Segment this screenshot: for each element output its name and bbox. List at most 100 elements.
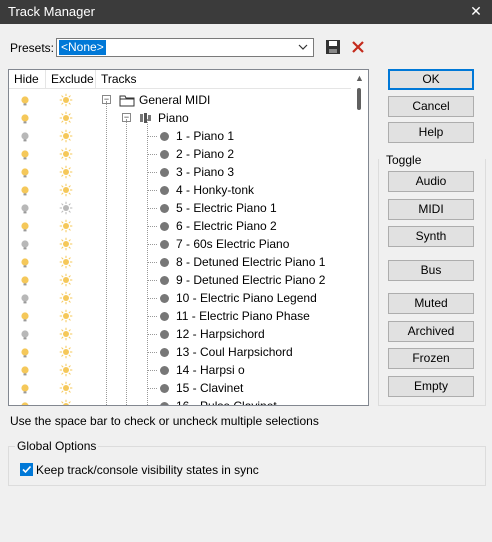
exclude-sun-icon[interactable] [59, 399, 73, 405]
hide-bulb-icon[interactable] [20, 203, 30, 214]
track-label: 9 - Detuned Electric Piano 2 [176, 273, 326, 287]
table-row[interactable]: 5 - Electric Piano 1 [9, 199, 352, 217]
chevron-down-icon[interactable] [296, 40, 310, 55]
hide-bulb-icon[interactable] [20, 293, 30, 304]
toggle-muted-button[interactable]: Muted [388, 293, 474, 314]
table-row[interactable]: 16 - Pulse Clavinet [9, 397, 352, 406]
sync-checkbox-label[interactable]: Keep track/console visibility states in … [36, 463, 259, 477]
hide-bulb-icon[interactable] [20, 329, 30, 340]
hide-bulb-icon[interactable] [20, 221, 30, 232]
tree-branch-line [147, 388, 157, 389]
table-row[interactable]: 13 - Coul Harpsichord [9, 343, 352, 361]
hide-bulb-icon[interactable] [20, 311, 30, 322]
table-row[interactable]: 1 - Piano 1 [9, 127, 352, 145]
exclude-sun-icon[interactable] [59, 93, 73, 107]
track-status-icon [160, 150, 169, 159]
toggle-bus-button[interactable]: Bus [388, 260, 474, 281]
exclude-sun-icon[interactable] [59, 273, 73, 287]
column-tracks[interactable]: Tracks [96, 70, 352, 88]
track-list-header: Hide Exclude Tracks [9, 70, 352, 89]
hide-bulb-icon[interactable] [20, 365, 30, 376]
table-row[interactable]: 12 - Harpsichord [9, 325, 352, 343]
column-exclude[interactable]: Exclude [46, 70, 96, 88]
toggle-synth-button[interactable]: Synth [388, 226, 474, 247]
track-status-icon [160, 402, 169, 405]
hide-bulb-icon[interactable] [20, 383, 30, 394]
track-status-icon [160, 240, 169, 249]
toggle-audio-button[interactable]: Audio [388, 171, 474, 192]
exclude-sun-icon[interactable] [59, 183, 73, 197]
toggle-frozen-button[interactable]: Frozen [388, 348, 474, 369]
tree-branch-line [147, 172, 157, 173]
table-row[interactable]: 14 - Harpsi o [9, 361, 352, 379]
close-icon[interactable]: ✕ [460, 0, 492, 24]
tree-branch-line [147, 136, 157, 137]
exclude-sun-icon[interactable] [59, 111, 73, 125]
table-row[interactable]: 3 - Piano 3 [9, 163, 352, 181]
exclude-sun-icon[interactable] [59, 147, 73, 161]
delete-preset-icon[interactable] [350, 39, 366, 55]
table-row[interactable]: 15 - Clavinet [9, 379, 352, 397]
track-status-icon [160, 366, 169, 375]
exclude-sun-icon[interactable] [59, 129, 73, 143]
help-button[interactable]: Help [388, 122, 474, 143]
table-row[interactable]: 8 - Detuned Electric Piano 1 [9, 253, 352, 271]
hide-bulb-icon[interactable] [20, 113, 30, 124]
table-row[interactable]: 2 - Piano 2 [9, 145, 352, 163]
exclude-sun-icon[interactable] [59, 291, 73, 305]
table-row[interactable]: 9 - Detuned Electric Piano 2 [9, 271, 352, 289]
cancel-button[interactable]: Cancel [388, 96, 474, 117]
tree-branch-line [147, 226, 157, 227]
exclude-sun-icon[interactable] [59, 165, 73, 179]
exclude-sun-icon[interactable] [59, 381, 73, 395]
exclude-sun-icon[interactable] [59, 363, 73, 377]
table-row[interactable]: − General MIDI [9, 91, 352, 109]
exclude-sun-icon[interactable] [59, 255, 73, 269]
track-label: 16 - Pulse Clavinet [176, 399, 277, 406]
exclude-sun-icon[interactable] [59, 237, 73, 251]
toggle-empty-button[interactable]: Empty [388, 376, 474, 397]
tree-branch-line [147, 334, 157, 335]
track-status-icon [160, 348, 169, 357]
toggle-archived-button[interactable]: Archived [388, 321, 474, 342]
hide-bulb-icon[interactable] [20, 95, 30, 106]
sync-checkbox[interactable] [20, 463, 33, 476]
hide-bulb-icon[interactable] [20, 401, 30, 405]
table-row[interactable]: 10 - Electric Piano Legend [9, 289, 352, 307]
scroll-up-icon[interactable]: ▲ [351, 70, 368, 87]
table-row[interactable]: − Piano [9, 109, 352, 127]
tree-guide-line [126, 119, 127, 405]
exclude-sun-icon[interactable] [59, 309, 73, 323]
table-row[interactable]: 4 - Honky-tonk [9, 181, 352, 199]
table-row[interactable]: 6 - Electric Piano 2 [9, 217, 352, 235]
exclude-sun-icon[interactable] [59, 327, 73, 341]
table-row[interactable]: 11 - Electric Piano Phase [9, 307, 352, 325]
column-hide[interactable]: Hide [9, 70, 46, 88]
exclude-sun-icon[interactable] [59, 201, 73, 215]
track-label: 1 - Piano 1 [176, 129, 235, 143]
scrollbar[interactable]: ▲ [351, 70, 368, 405]
scroll-thumb[interactable] [357, 88, 361, 110]
save-preset-icon[interactable] [325, 39, 341, 55]
hide-bulb-icon[interactable] [20, 167, 30, 178]
hide-bulb-icon[interactable] [20, 239, 30, 250]
hide-bulb-icon[interactable] [20, 131, 30, 142]
exclude-sun-icon[interactable] [59, 219, 73, 233]
hide-bulb-icon[interactable] [20, 185, 30, 196]
hide-bulb-icon[interactable] [20, 347, 30, 358]
track-label: 14 - Harpsi o [176, 363, 245, 377]
ok-button[interactable]: OK [388, 69, 474, 90]
track-label: 4 - Honky-tonk [176, 183, 255, 197]
hide-bulb-icon[interactable] [20, 257, 30, 268]
track-status-icon [160, 384, 169, 393]
exclude-sun-icon[interactable] [59, 345, 73, 359]
presets-dropdown[interactable]: <None> [56, 38, 314, 57]
table-row[interactable]: 7 - 60s Electric Piano [9, 235, 352, 253]
track-label: 13 - Coul Harpsichord [176, 345, 293, 359]
toggle-label: Toggle [384, 153, 424, 167]
toggle-midi-button[interactable]: MIDI [388, 199, 474, 220]
piano-group-icon [139, 112, 153, 127]
hide-bulb-icon[interactable] [20, 275, 30, 286]
hide-bulb-icon[interactable] [20, 149, 30, 160]
track-list[interactable]: Hide Exclude Tracks − General MIDI − Piano 1… [8, 69, 369, 406]
